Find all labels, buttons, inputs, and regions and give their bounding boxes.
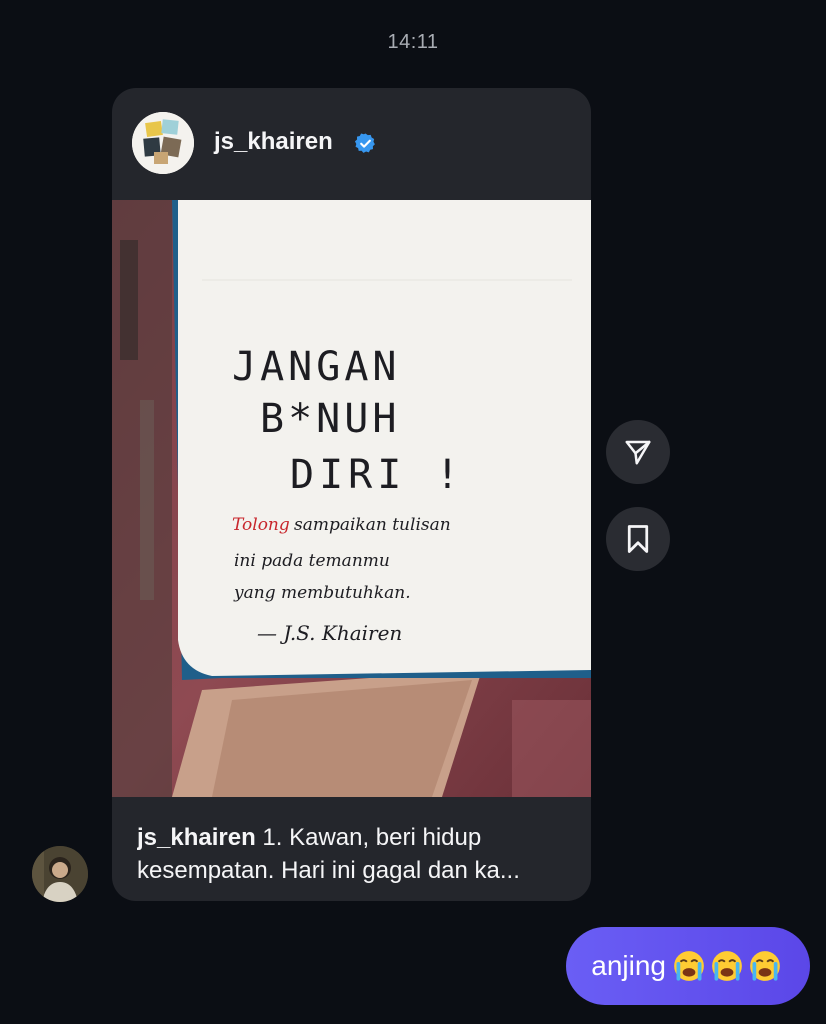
handwriting-line-2: B*NUH — [260, 396, 400, 442]
post-image[interactable]: JANGAN B*NUH DIRI ! Tolong sampaikan tul… — [112, 200, 591, 797]
loudly-crying-face-icon — [750, 951, 780, 981]
loudly-crying-face-icon — [674, 951, 704, 981]
message-timestamp: 14:11 — [387, 31, 439, 53]
shared-post-card[interactable]: js_khairen JANGAN B*NUH DIRI ! Tolong sa… — [112, 88, 591, 901]
post-author-username[interactable]: js_khairen — [214, 128, 333, 156]
caption-username: js_khairen — [137, 824, 256, 851]
post-author-avatar[interactable] — [132, 112, 194, 174]
caption-line-1: 1. Kawan, beri hidup — [262, 824, 482, 851]
share-button[interactable] — [606, 420, 670, 484]
outgoing-message-text: anjing — [591, 950, 666, 981]
loudly-crying-face-icon — [712, 951, 742, 981]
post-caption[interactable]: js_khairen 1. Kawan, beri hidup kesempat… — [137, 821, 577, 887]
verified-badge-icon — [354, 133, 375, 153]
note-highlight-word: Tolong — [232, 515, 290, 535]
bookmark-icon — [627, 525, 649, 553]
post-header[interactable]: js_khairen — [112, 88, 591, 200]
handwriting-line-3: DIRI ! — [290, 452, 465, 498]
caption-line-2: kesempatan. Hari ini gagal dan ka... — [137, 857, 520, 884]
handwriting-line-1: JANGAN — [232, 344, 401, 390]
note-line-3: yang membutuhkan. — [233, 583, 411, 603]
sender-avatar[interactable] — [32, 846, 88, 902]
note-signature: — J.S. Khairen — [257, 621, 402, 645]
note-line-2: ini pada temanmu — [234, 551, 390, 571]
save-button[interactable] — [606, 507, 670, 571]
note-line-1: sampaikan tulisan — [294, 515, 451, 535]
send-icon — [625, 440, 651, 465]
outgoing-message-bubble[interactable]: anjing — [566, 927, 810, 1005]
